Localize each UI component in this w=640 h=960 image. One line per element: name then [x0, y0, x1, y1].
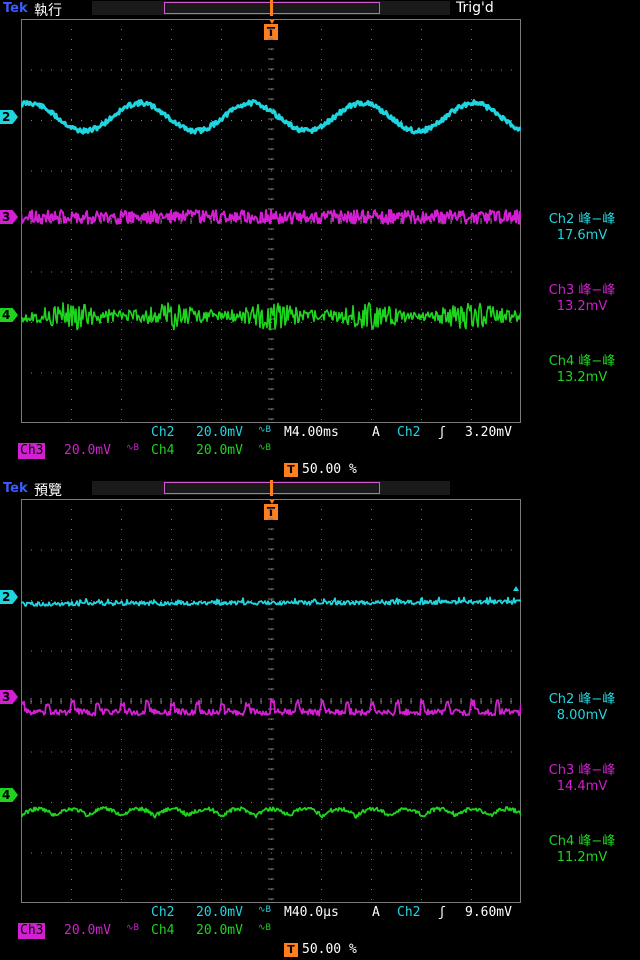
trigger-slope-icon: ʃ: [438, 425, 446, 440]
ch4-scale-label[interactable]: Ch4: [151, 443, 174, 459]
trigger-position-percent[interactable]: 50.00 %: [302, 462, 357, 478]
record-trigger-tick: [270, 480, 273, 496]
measurement-ch2: Ch2 峰−峰 17.6mV: [528, 212, 636, 244]
measurement-value: 14.4mV: [556, 779, 608, 794]
measurement-title: Ch4 峰−峰: [548, 354, 616, 369]
ch3-scale-value[interactable]: 20.0mV: [64, 443, 111, 459]
measurement-title: Ch3 峰−峰: [548, 763, 616, 778]
ch4-marker[interactable]: 4: [0, 308, 18, 322]
measurement-value: 13.2mV: [556, 370, 608, 385]
record-trigger-tick: [270, 0, 273, 16]
ch2-scale-value[interactable]: 20.0mV: [196, 905, 243, 921]
bandwidth-limit-icon: ∿B: [126, 923, 139, 933]
bandwidth-limit-icon: ∿B: [258, 923, 271, 933]
measurement-value: 17.6mV: [556, 228, 608, 243]
trigger-channel[interactable]: Ch2: [397, 905, 420, 921]
measurement-title: Ch2 峰−峰: [548, 692, 616, 707]
scope-panel-run: Tek 執行 Trig'd T 2 3 4 Ch2 峰−峰 17.6mV Ch3…: [0, 0, 640, 480]
ch3-trace: [21, 209, 521, 225]
scope-panel-preview: Tek 預覽 T 2 3 4 Ch2 峰−峰 8.00mV Ch3 峰−峰 14…: [0, 480, 640, 960]
acquisition-state: 預覽: [34, 483, 62, 499]
trigger-slope-icon: ʃ: [438, 905, 446, 920]
ch2-scale-value[interactable]: 20.0mV: [196, 425, 243, 441]
measurement-value: 13.2mV: [556, 299, 608, 314]
trigger-state: Trig'd: [456, 0, 494, 16]
scope-top-bar: Tek 執行 Trig'd: [0, 0, 640, 19]
ch3-scale-label[interactable]: Ch3: [18, 443, 46, 459]
ch2-scale-label[interactable]: Ch2: [151, 905, 174, 921]
measurement-title: Ch2 峰−峰: [548, 212, 616, 227]
timebase[interactable]: M40.0µs: [284, 905, 339, 921]
bandwidth-limit-icon: ∿B: [258, 905, 271, 915]
trigger-level[interactable]: 3.20mV: [465, 425, 512, 441]
measurement-value: 11.2mV: [556, 850, 608, 865]
graticule: [21, 499, 521, 903]
ch2-scale-label[interactable]: Ch2: [151, 425, 174, 441]
ch3-trace: [21, 699, 521, 717]
trigger-channel[interactable]: Ch2: [397, 425, 420, 441]
measurement-ch3: Ch3 峰−峰 14.4mV: [528, 763, 636, 795]
measurement-value: 8.00mV: [556, 708, 608, 723]
ch3-scale-label[interactable]: Ch3: [18, 923, 46, 939]
bandwidth-limit-icon: ∿B: [258, 443, 271, 453]
measurement-ch2: Ch2 峰−峰 8.00mV: [528, 692, 636, 724]
measurement-title: Ch4 峰−峰: [548, 834, 616, 849]
ch2-marker[interactable]: 2: [0, 110, 18, 124]
ch3-marker[interactable]: 3: [0, 210, 18, 224]
ch2-offscreen-arrow-icon: [513, 586, 519, 591]
bandwidth-limit-icon: ∿B: [258, 425, 271, 435]
ch4-scale-value[interactable]: 20.0mV: [196, 443, 243, 459]
ch4-scale-value[interactable]: 20.0mV: [196, 923, 243, 939]
ch2-marker[interactable]: 2: [0, 590, 18, 604]
trigger-position-icon: T: [284, 463, 298, 477]
graticule-center-ticks: [21, 499, 521, 900]
record-length-bar: [92, 0, 450, 16]
trigger-source-letter: A: [372, 905, 380, 920]
trigger-position-icon: T: [284, 943, 298, 957]
measurement-ch3: Ch3 峰−峰 13.2mV: [528, 283, 636, 315]
record-length-bar: [92, 480, 450, 496]
tek-logo: Tek: [3, 481, 28, 496]
graticule: [21, 19, 521, 423]
trigger-position-percent[interactable]: 50.00 %: [302, 942, 357, 958]
ch2-trace: [21, 99, 521, 135]
timebase[interactable]: M4.00ms: [284, 425, 339, 441]
scope-top-bar: Tek 預覽: [0, 480, 640, 499]
measurement-title: Ch3 峰−峰: [548, 283, 616, 298]
ch4-trace: [21, 806, 521, 819]
measurement-ch4: Ch4 峰−峰 11.2mV: [528, 834, 636, 866]
measurement-ch4: Ch4 峰−峰 13.2mV: [528, 354, 636, 386]
trigger-level[interactable]: 9.60mV: [465, 905, 512, 921]
ch3-marker[interactable]: 3: [0, 690, 18, 704]
bandwidth-limit-icon: ∿B: [126, 443, 139, 453]
ch4-marker[interactable]: 4: [0, 788, 18, 802]
acquisition-state: 執行: [34, 3, 62, 19]
tek-logo: Tek: [3, 1, 28, 16]
ch3-scale-value[interactable]: 20.0mV: [64, 923, 111, 939]
trigger-source-letter: A: [372, 425, 380, 440]
ch4-scale-label[interactable]: Ch4: [151, 923, 174, 939]
ch4-trace: [21, 302, 521, 331]
